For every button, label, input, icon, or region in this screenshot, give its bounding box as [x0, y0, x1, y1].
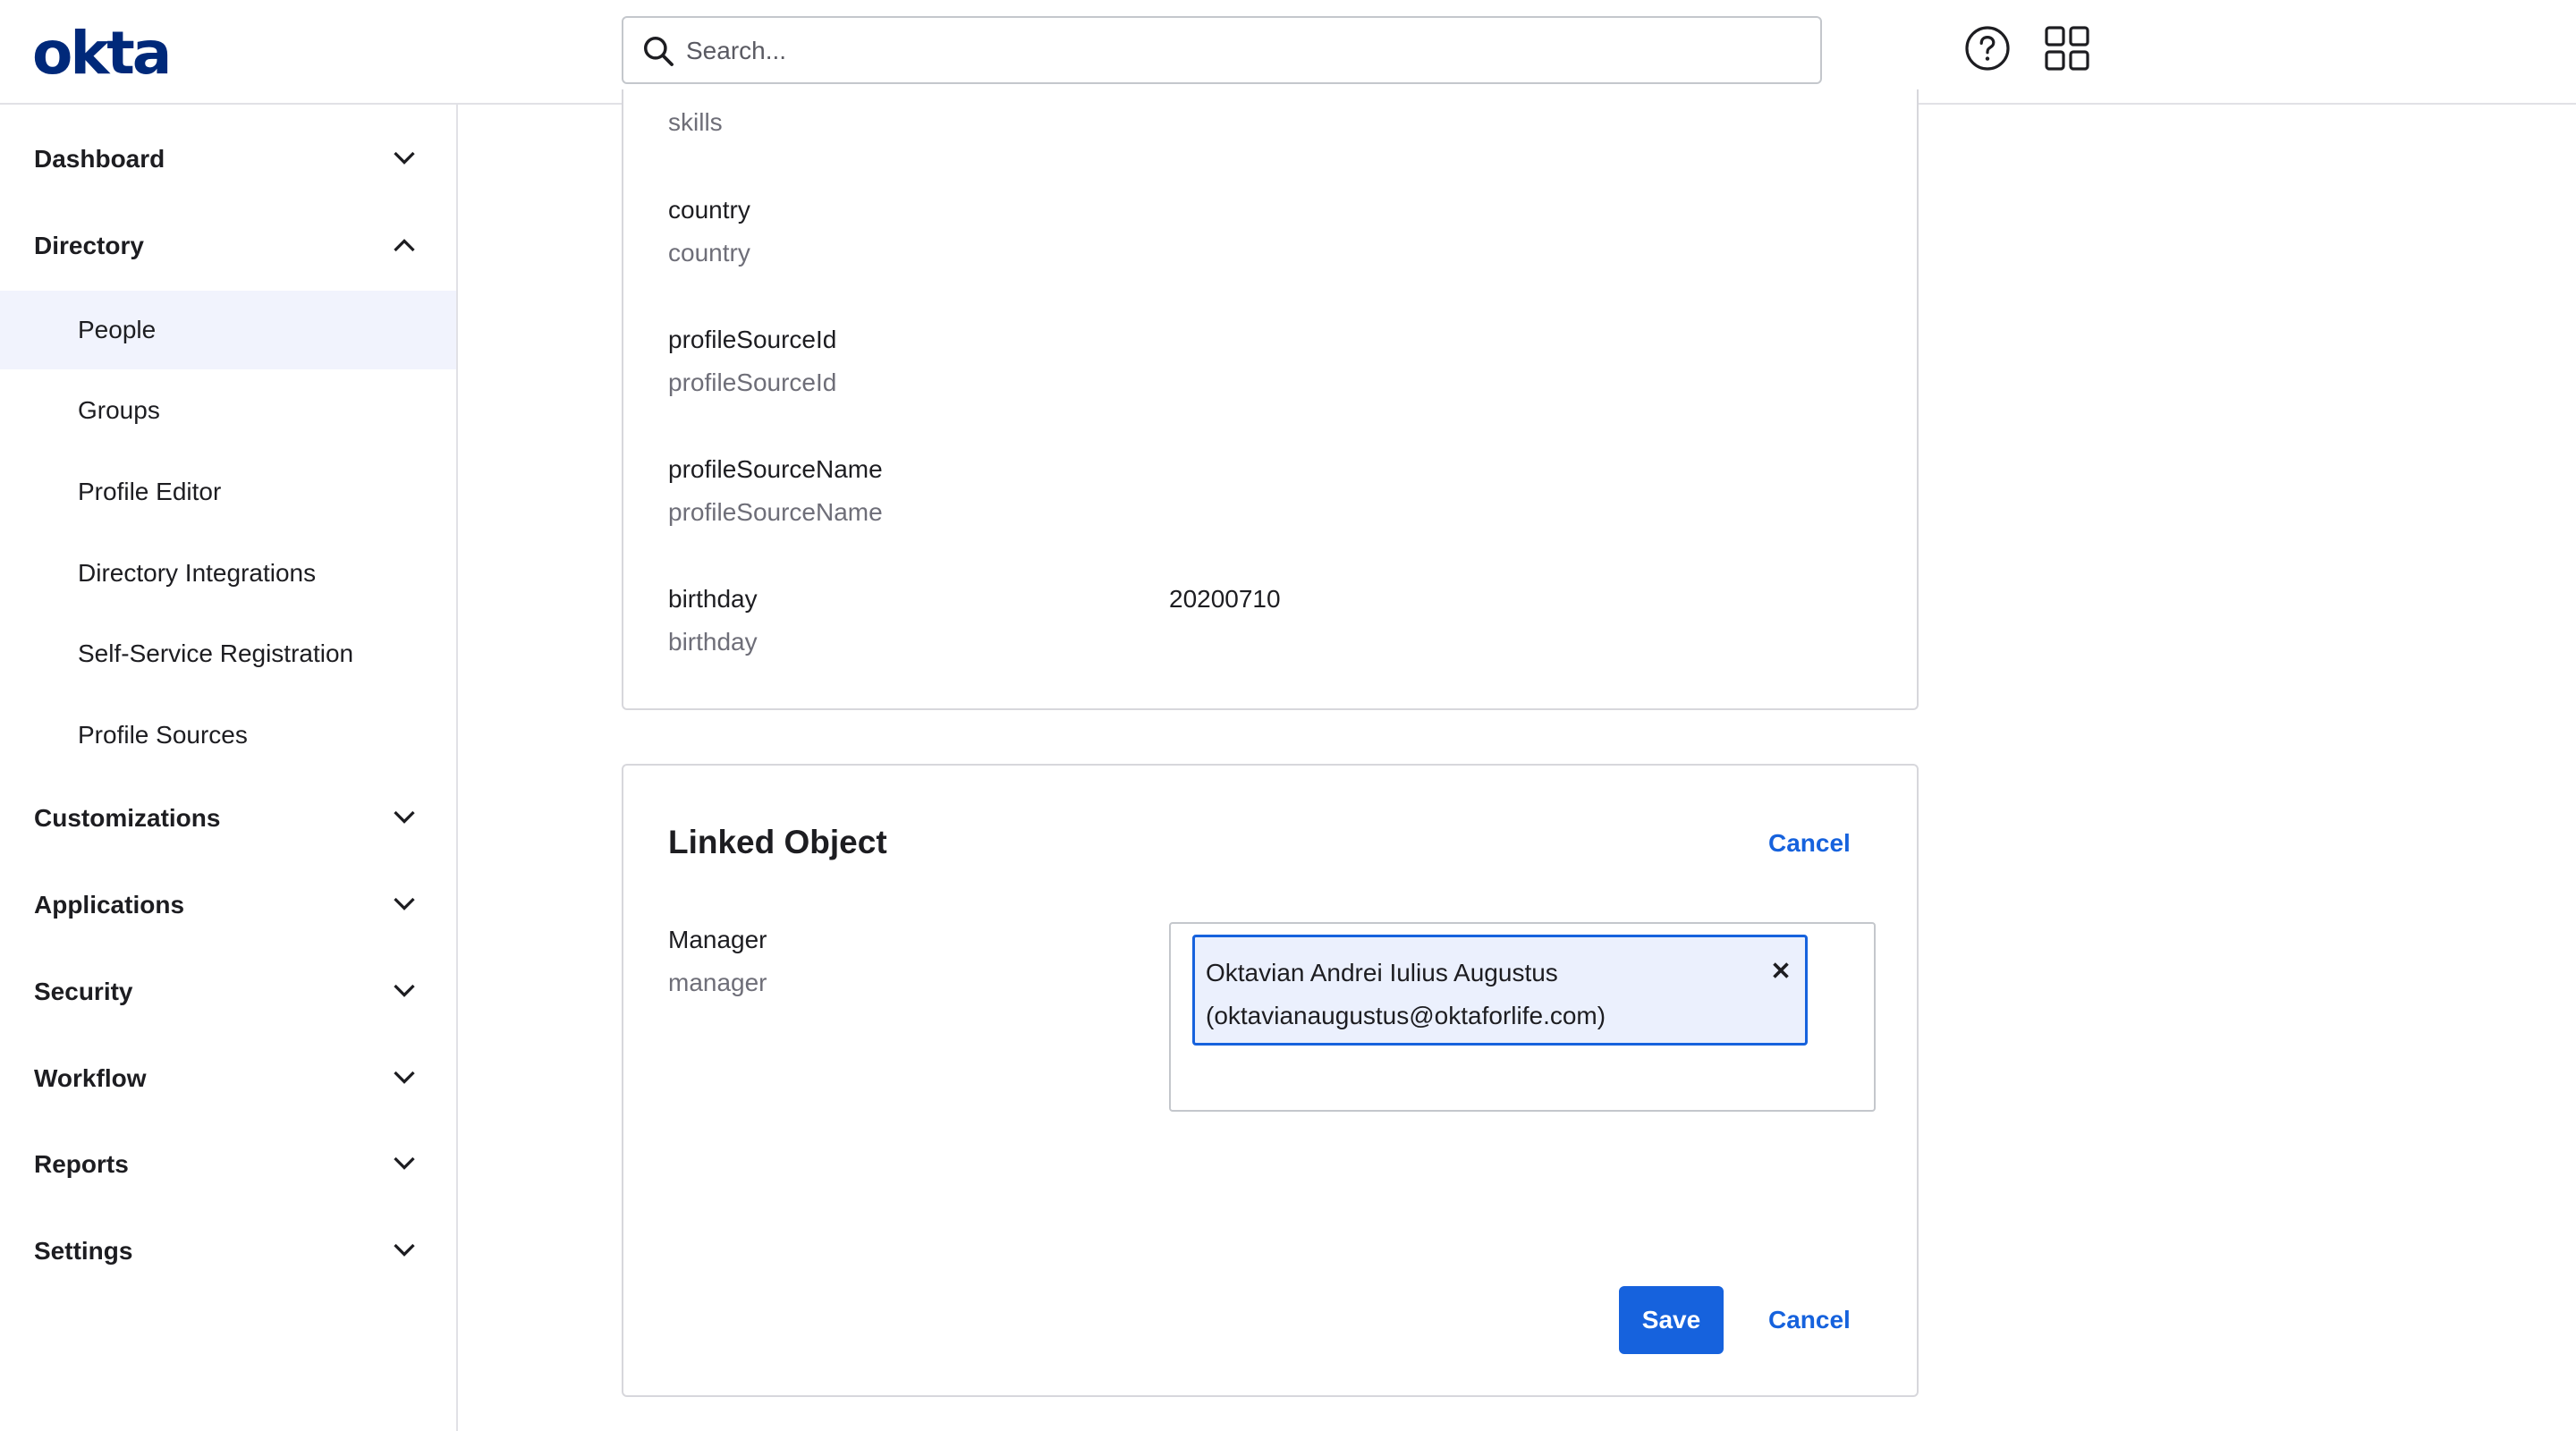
sidebar-section-dashboard[interactable]: Dashboard: [0, 128, 456, 191]
sidebar-nav: Dashboard Directory People Groups Profil…: [0, 105, 458, 1431]
sidebar-section-label: Applications: [34, 891, 185, 919]
attribute-variable-profile-source-name: profileSourceName: [668, 498, 883, 526]
chevron-up-icon: [394, 239, 415, 252]
sidebar-item-label: People: [78, 316, 157, 343]
sidebar-section-applications[interactable]: Applications: [0, 874, 456, 936]
search-icon: [644, 37, 674, 66]
manager-label: Manager: [668, 926, 767, 953]
linked-object-card: Linked Object Cancel Manager manager Okt…: [622, 764, 1919, 1397]
attribute-name-profile-source-id: profileSourceId: [668, 326, 837, 353]
sidebar-item-self-service-registration[interactable]: Self-Service Registration: [0, 614, 456, 693]
attribute-name-birthday: birthday: [668, 585, 758, 613]
sidebar-item-label: Groups: [78, 396, 160, 424]
linked-object-title: Linked Object: [668, 824, 887, 860]
selected-manager-email: (oktavianaugustus@oktaforlife.com): [1206, 1002, 1606, 1029]
manager-select-input[interactable]: Oktavian Andrei Iulius Augustus (oktavia…: [1169, 922, 1876, 1112]
sidebar-section-security[interactable]: Security: [0, 961, 456, 1023]
sidebar-section-label: Directory: [34, 232, 144, 259]
attribute-variable-country: country: [668, 239, 750, 267]
sidebar-item-groups[interactable]: Groups: [0, 371, 456, 450]
profile-attributes-card: skills country country profileSourceId p…: [622, 89, 1919, 710]
sidebar-section-directory[interactable]: Directory: [0, 215, 456, 277]
sidebar-section-label: Workflow: [34, 1064, 147, 1092]
sidebar-item-label: Profile Editor: [78, 478, 222, 505]
sidebar-section-label: Reports: [34, 1150, 129, 1178]
sidebar-item-profile-editor[interactable]: Profile Editor: [0, 453, 456, 531]
attribute-name-profile-source-name: profileSourceName: [668, 455, 883, 483]
cancel-top-button[interactable]: Cancel: [1768, 828, 1851, 859]
sidebar-section-label: Settings: [34, 1237, 133, 1265]
help-icon[interactable]: [1964, 25, 2011, 72]
sidebar-item-label: Self-Service Registration: [78, 639, 354, 667]
attribute-name-country: country: [668, 196, 750, 224]
selected-manager-text: Oktavian Andrei Iulius Augustus (oktavia…: [1206, 952, 1742, 1037]
attribute-variable-skills: skills: [668, 108, 723, 136]
sidebar-section-workflow[interactable]: Workflow: [0, 1047, 456, 1110]
sidebar-section-customizations[interactable]: Customizations: [0, 787, 456, 850]
sidebar-section-label: Dashboard: [34, 145, 165, 173]
chevron-down-icon: [394, 984, 415, 997]
sidebar-section-label: Customizations: [34, 804, 221, 832]
chevron-down-icon: [394, 1156, 415, 1170]
sidebar-item-label: Profile Sources: [78, 721, 248, 749]
sidebar-item-people[interactable]: People: [0, 291, 456, 369]
chevron-down-icon: [394, 151, 415, 165]
chevron-down-icon: [394, 897, 415, 910]
attribute-variable-profile-source-id: profileSourceId: [668, 368, 837, 396]
chevron-down-icon: [394, 1071, 415, 1084]
attribute-value-birthday: 20200710: [1169, 585, 1281, 613]
sidebar-section-reports[interactable]: Reports: [0, 1133, 456, 1196]
attribute-variable-birthday: birthday: [668, 628, 758, 656]
manager-variable: manager: [668, 969, 767, 996]
sidebar-item-directory-integrations[interactable]: Directory Integrations: [0, 534, 456, 613]
cancel-bottom-button[interactable]: Cancel: [1768, 1305, 1851, 1335]
search-box[interactable]: [622, 16, 1822, 84]
sidebar-item-label: Directory Integrations: [78, 559, 317, 587]
sidebar-section-label: Security: [34, 978, 133, 1005]
selected-manager-name: Oktavian Andrei Iulius Augustus: [1206, 959, 1558, 986]
save-button[interactable]: Save: [1619, 1286, 1724, 1354]
sidebar-item-profile-sources[interactable]: Profile Sources: [0, 696, 456, 775]
chevron-down-icon: [394, 1243, 415, 1257]
apps-grid-icon[interactable]: [2044, 25, 2090, 72]
chevron-down-icon: [394, 810, 415, 824]
sidebar-section-settings[interactable]: Settings: [0, 1220, 456, 1283]
selected-manager-chip[interactable]: Oktavian Andrei Iulius Augustus (oktavia…: [1192, 935, 1808, 1046]
close-icon[interactable]: [1767, 957, 1794, 984]
okta-logo[interactable]: okta: [32, 21, 172, 86]
search-input[interactable]: [684, 25, 1797, 77]
